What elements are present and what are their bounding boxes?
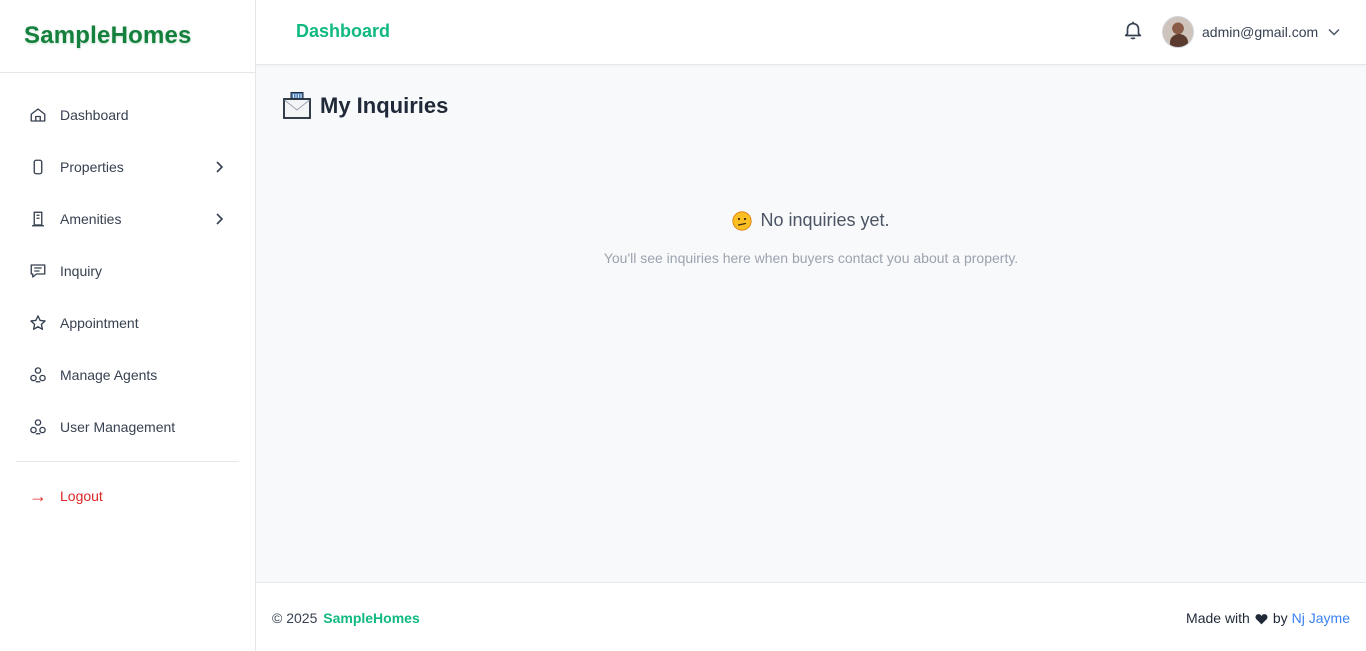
sidebar-item-manage-agents[interactable]: Manage Agents: [0, 349, 255, 401]
sidebar-item-properties[interactable]: Properties: [0, 141, 255, 193]
made-with-text: Made with: [1186, 610, 1250, 626]
chevron-down-icon: [1328, 26, 1340, 38]
sidebar-divider: [16, 461, 239, 462]
sidebar-item-label: Amenities: [60, 211, 122, 227]
sidebar-item-label: Appointment: [60, 315, 139, 331]
bell-icon[interactable]: [1122, 18, 1144, 42]
user-menu[interactable]: admin@gmail.com: [1162, 16, 1340, 48]
users-icon: [28, 365, 48, 385]
author-link[interactable]: Nj Jayme: [1292, 610, 1350, 626]
empty-state: No inquiries yet. You'll see inquiries h…: [256, 210, 1366, 266]
sidebar: SampleHomes Dashboard Properties Ameniti…: [0, 0, 256, 651]
chevron-right-icon: [213, 213, 225, 225]
star-icon: [28, 313, 48, 333]
phone-icon: [28, 157, 48, 177]
copyright-text: © 2025: [272, 610, 318, 626]
page-heading: My Inquiries: [320, 93, 449, 118]
footer-brand-link[interactable]: SampleHomes: [323, 610, 419, 626]
sidebar-item-user-management[interactable]: User Management: [0, 401, 255, 453]
sidebar-item-label: Manage Agents: [60, 367, 158, 383]
sidebar-item-appointment[interactable]: Appointment: [0, 297, 255, 349]
users-icon: [28, 417, 48, 437]
sidebar-item-amenities[interactable]: Amenities: [0, 193, 255, 245]
sidebar-item-inquiry[interactable]: Inquiry: [0, 245, 255, 297]
brand: SampleHomes: [0, 0, 255, 73]
footer-copyright: © 2025 SampleHomes: [272, 610, 420, 626]
arrow-right-icon: →: [29, 485, 47, 506]
sidebar-nav: Dashboard Properties Amenities Inquiry A…: [0, 73, 255, 522]
logout-button[interactable]: → Logout: [0, 470, 255, 522]
sidebar-item-label: User Management: [60, 419, 176, 435]
main-content: My Inquiries No inquiries yet. You'll se…: [256, 65, 1366, 582]
confused-face-icon: [732, 210, 753, 231]
sidebar-item-label: Inquiry: [60, 263, 103, 279]
footer: © 2025 SampleHomes Made with by Nj Jayme: [256, 582, 1366, 651]
empty-state-text: No inquiries yet.: [760, 210, 890, 230]
home-icon: [28, 105, 48, 125]
sidebar-item-label: Dashboard: [60, 107, 129, 123]
brand-logo[interactable]: SampleHomes: [24, 22, 192, 50]
user-email: admin@gmail.com: [1202, 24, 1319, 40]
top-header: Dashboard admin@gmail.com: [256, 0, 1366, 65]
sidebar-item-dashboard[interactable]: Dashboard: [0, 89, 255, 141]
page-title: My Inquiries: [282, 91, 448, 121]
heart-icon: [1255, 612, 1268, 625]
header-title: Dashboard: [296, 21, 391, 41]
chat-icon: [28, 261, 48, 281]
logout-label: Logout: [60, 488, 103, 504]
footer-credit: Made with by Nj Jayme: [1186, 610, 1350, 626]
chevron-right-icon: [213, 161, 225, 173]
building-icon: [28, 209, 48, 229]
empty-state-title: No inquiries yet.: [732, 210, 890, 231]
sidebar-item-label: Properties: [60, 159, 124, 175]
empty-state-subtitle: You'll see inquiries here when buyers co…: [603, 249, 1019, 266]
mailbox-icon: [282, 91, 312, 121]
avatar[interactable]: [1162, 16, 1194, 48]
by-text: by: [1272, 610, 1288, 626]
